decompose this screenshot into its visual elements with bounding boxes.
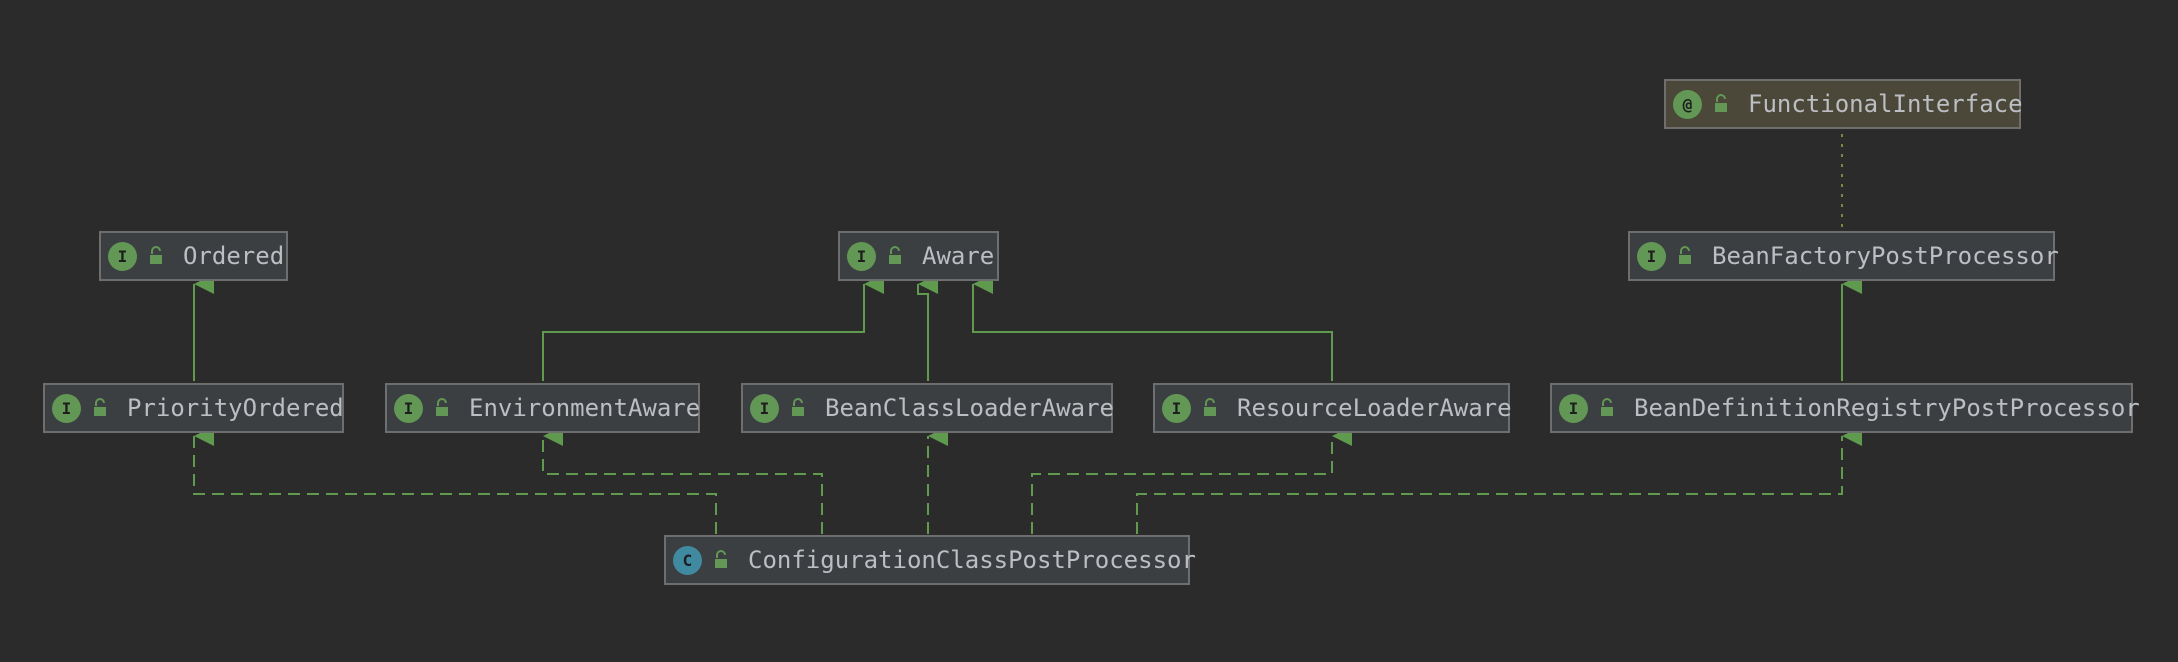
node-label: Aware: [922, 242, 995, 270]
edge-ccpp-implements-bdrpp: [1136, 426, 1862, 534]
node-bean-definition-registry-post-processor[interactable]: I BeanDefinitionRegistryPostProcessor: [1550, 383, 2140, 433]
uml-class-diagram: @ FunctionalInterface I Ordered I Aware …: [0, 0, 2178, 662]
node-bean-class-loader-aware[interactable]: I BeanClassLoaderAware: [741, 383, 1114, 433]
node-label: FunctionalInterface: [1748, 90, 2023, 118]
edge-ccpp-implements-environment-aware: [542, 426, 823, 534]
node-label: PriorityOrdered: [127, 394, 344, 422]
node-label: ResourceLoaderAware: [1237, 394, 1512, 422]
node-label: Ordered: [183, 242, 285, 270]
interface-kind-icon: I: [1162, 393, 1191, 423]
unlocked-icon: [94, 398, 106, 416]
unlocked-icon: [889, 246, 901, 264]
unlocked-icon: [150, 246, 162, 264]
node-label: BeanFactoryPostProcessor: [1712, 242, 2059, 270]
edge-ccpp-implements-resource-loader-aware: [1031, 426, 1352, 534]
annotation-kind-icon: @: [1673, 89, 1702, 119]
unlocked-icon: [1601, 398, 1613, 416]
node-label: BeanDefinitionRegistryPostProcessor: [1634, 394, 2140, 422]
unlocked-icon: [1204, 398, 1216, 416]
edge-bean-class-loader-aware-extends-aware: [917, 274, 938, 381]
node-label: EnvironmentAware: [469, 394, 701, 422]
node-ordered[interactable]: I Ordered: [99, 231, 288, 281]
edge-ccpp-implements-priority-ordered: [193, 426, 717, 534]
interface-kind-icon: I: [1637, 241, 1666, 271]
unlocked-icon: [792, 398, 804, 416]
interface-kind-icon: I: [847, 241, 876, 271]
edge-environment-aware-extends-aware: [542, 274, 884, 381]
unlocked-icon: [1679, 246, 1691, 264]
node-resource-loader-aware[interactable]: I ResourceLoaderAware: [1153, 383, 1512, 433]
node-functional-interface[interactable]: @ FunctionalInterface: [1664, 79, 2023, 129]
unlocked-icon: [436, 398, 448, 416]
node-label: BeanClassLoaderAware: [825, 394, 1114, 422]
interface-kind-icon: I: [1559, 393, 1588, 423]
node-bean-factory-post-processor[interactable]: I BeanFactoryPostProcessor: [1628, 231, 2059, 281]
node-priority-ordered[interactable]: I PriorityOrdered: [43, 383, 344, 433]
node-environment-aware[interactable]: I EnvironmentAware: [385, 383, 700, 433]
unlocked-icon: [715, 550, 727, 568]
edge-resource-loader-aware-extends-aware: [972, 274, 1333, 381]
interface-kind-icon: I: [108, 241, 137, 271]
node-aware[interactable]: I Aware: [838, 231, 999, 281]
interface-kind-icon: I: [750, 393, 779, 423]
node-configuration-class-post-processor[interactable]: C ConfigurationClassPostProcessor: [664, 535, 1196, 585]
class-kind-icon: C: [673, 545, 702, 575]
interface-kind-icon: I: [394, 393, 423, 423]
interface-kind-icon: I: [52, 393, 81, 423]
unlocked-icon: [1715, 94, 1727, 112]
node-label: ConfigurationClassPostProcessor: [748, 546, 1196, 574]
